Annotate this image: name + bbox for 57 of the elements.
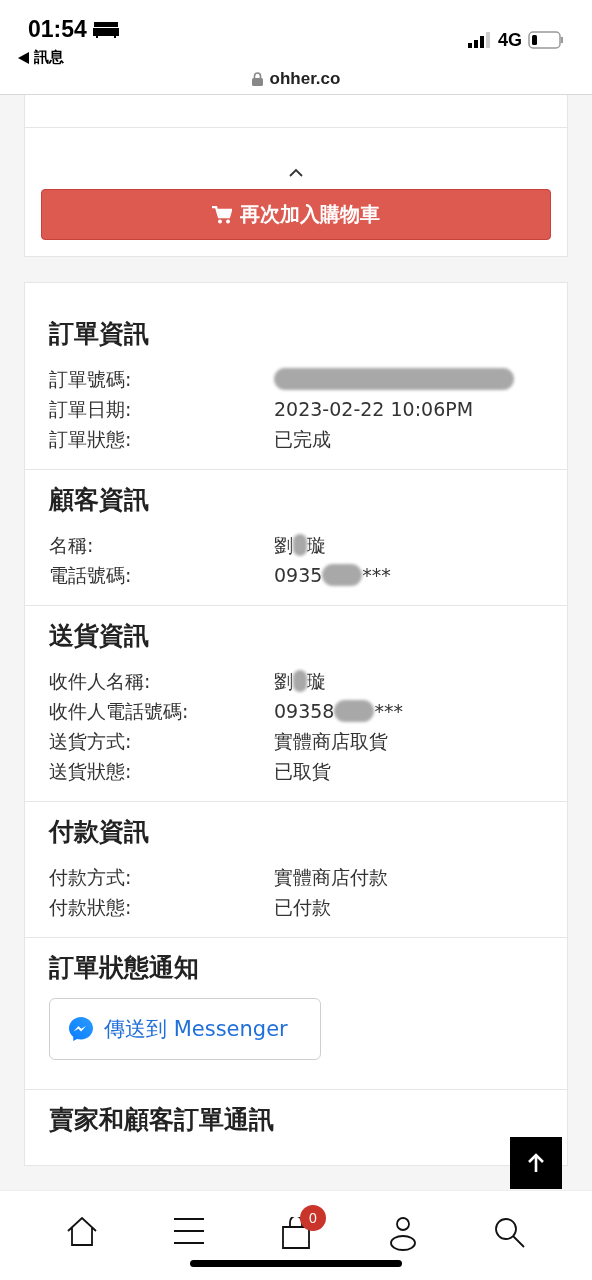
field-value: 已付款 [274,895,332,920]
section-heading: 賣家和顧客訂單通訊 [49,1104,275,1136]
field-value: 劉 [274,533,293,558]
field-label: 送貨狀態: [49,759,133,784]
field-value: 09358 [274,699,335,724]
field-label: 訂單日期: [49,397,133,422]
field-label: 收件人名稱: [49,669,152,694]
home-icon[interactable] [65,1217,98,1247]
back-link[interactable]: 訊息 [34,48,64,67]
field-value: 璇 [307,669,326,694]
network-label: 4G [498,29,522,51]
field-value: 已完成 [274,427,332,452]
field-label: 電話號碼: [49,563,133,588]
field-value: 劉 [274,669,293,694]
blurred-smudge [322,564,363,586]
field-label: 收件人電話號碼: [49,699,190,724]
cart-count-badge: 0 [300,1205,326,1231]
field-value: 已取貨 [274,759,332,784]
field-label: 訂單狀態: [49,427,133,452]
field-value: 實體商店取貨 [274,729,389,754]
field-value: 2023-02-22 10:06PM [274,397,475,422]
messenger-icon [68,1016,94,1042]
field-label: 送貨方式: [49,729,133,754]
field-value: *** [374,699,403,724]
section-heading: 付款資訊 [49,816,150,848]
menu-icon[interactable] [172,1217,205,1245]
search-icon[interactable] [494,1217,527,1249]
field-value: 0935 [274,563,323,588]
section-heading: 訂單資訊 [49,318,150,350]
field-value: 璇 [307,533,326,558]
arrow-up-icon [527,1153,545,1173]
field-value: 實體商店付款 [274,865,389,890]
clock: 01:54 [28,15,87,43]
messenger-button[interactable]: 傳送到 Messenger [49,998,321,1060]
field-label: 付款方式: [49,865,133,890]
blurred-smudge [293,670,307,692]
back-to-top-button[interactable] [510,1137,562,1189]
battery-icon [528,31,564,49]
section-heading: 顧客資訊 [49,484,150,516]
field-label: 名稱: [49,533,95,558]
cart-icon [212,205,232,224]
account-icon[interactable] [389,1217,418,1251]
field-label: 付款狀態: [49,895,133,920]
chevron-up-icon[interactable] [289,168,303,177]
reorder-button[interactable]: 再次加入購物車 [41,189,551,240]
bed-icon [92,20,119,38]
back-icon[interactable] [18,51,30,64]
signal-icon [468,32,492,48]
url-text[interactable]: ohher.co [269,69,341,89]
field-label: 訂單號碼: [49,367,133,392]
shopping-bag-icon[interactable] [282,1217,310,1249]
blurred-smudge [334,700,375,722]
field-value: *** [362,563,391,588]
section-heading: 訂單狀態通知 [49,952,200,984]
blurred-smudge [293,534,307,556]
section-heading: 送貨資訊 [49,620,150,652]
lock-icon [251,72,263,86]
